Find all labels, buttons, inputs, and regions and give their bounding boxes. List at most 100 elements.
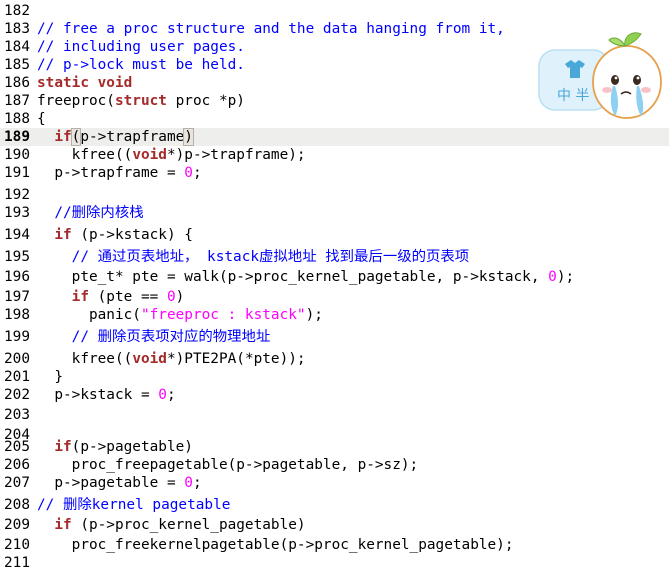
line-number: 206: [4, 457, 30, 473]
matched-paren-token: ): [183, 128, 194, 146]
line-number: 185: [4, 57, 30, 73]
line-number: 199: [4, 329, 30, 345]
code-line[interactable]: 192: [0, 186, 669, 204]
code-text: panic("freeproc : kstack");: [37, 306, 323, 324]
line-number: 195: [4, 249, 30, 265]
line-number: 197: [4, 289, 30, 305]
code-text: pte_t* pte = walk(p->proc_kernel_pagetab…: [37, 268, 575, 286]
line-number: 201: [4, 369, 30, 385]
code-token: p->kstack =: [37, 387, 159, 403]
code-line[interactable]: 198 panic("freeproc : kstack");: [0, 306, 669, 324]
code-line[interactable]: 197 if (pte == 0): [0, 288, 669, 306]
code-editor[interactable]: 182 183 // free a proc structure and the d…: [0, 0, 669, 577]
code-text: p->kstack = 0;: [37, 386, 176, 404]
code-token: p->trapframe: [80, 129, 185, 145]
code-line[interactable]: 199 // 删除页表项对应的物理地址: [0, 328, 669, 346]
number-token: 0: [184, 165, 193, 181]
keyword-token: if: [54, 227, 72, 243]
code-line[interactable]: 205 if(p->pagetable): [0, 438, 669, 456]
comment-token: // free a proc structure and the data ha…: [37, 21, 505, 37]
code-token: (p->kstack) {: [71, 227, 193, 243]
code-token: );: [305, 307, 323, 323]
line-number: 192: [4, 187, 30, 203]
code-line[interactable]: 186 static void: [0, 74, 669, 92]
code-text: if (p->kstack) {: [37, 226, 193, 244]
code-text: // 删除kernel pagetable: [37, 496, 230, 514]
keyword-token: void: [132, 351, 167, 367]
code-line[interactable]: 210 proc_freekernelpagetable(p->proc_ker…: [0, 536, 669, 554]
code-token: ;: [166, 387, 176, 403]
code-token: ): [175, 289, 185, 305]
code-token: proc_freekernelpagetable(p->proc_kernel_…: [37, 537, 514, 553]
code-line[interactable]: 196 pte_t* pte = walk(p->proc_kernel_pag…: [0, 268, 669, 286]
code-line[interactable]: 193 //删除内核栈: [0, 204, 669, 222]
code-line[interactable]: 203: [0, 406, 669, 424]
code-token: kfree((: [37, 351, 133, 367]
code-token: proc_freepagetable(p->pagetable, p->sz);: [37, 457, 419, 473]
code-text: {: [37, 110, 46, 128]
keyword-token: struct: [114, 93, 167, 109]
code-text: }: [37, 368, 63, 386]
code-line[interactable]: 188 {: [0, 110, 669, 128]
code-text: kfree((void*)p->trapframe);: [37, 146, 306, 164]
code-line[interactable]: 194 if (p->kstack) {: [0, 226, 669, 244]
code-line[interactable]: 182: [0, 2, 669, 20]
code-line[interactable]: 191 p->trapframe = 0;: [0, 164, 669, 182]
code-text: // p->lock must be held.: [37, 56, 245, 74]
code-token: }: [37, 369, 63, 385]
line-number: 205: [4, 439, 30, 455]
line-number: 208: [4, 497, 30, 513]
code-token: );: [556, 269, 575, 285]
line-number: 210: [4, 537, 30, 553]
code-line[interactable]: 208 // 删除kernel pagetable: [0, 496, 669, 514]
comment-token: //删除内核栈: [37, 205, 144, 221]
code-token: (pte ==: [88, 289, 167, 305]
number-token: 0: [166, 289, 176, 305]
code-line[interactable]: 190 kfree((void*)p->trapframe);: [0, 146, 669, 164]
line-number: 193: [4, 205, 30, 221]
code-text: //删除内核栈: [37, 204, 144, 222]
code-line[interactable]: 206 proc_freepagetable(p->pagetable, p->…: [0, 456, 669, 474]
code-text: proc_freekernelpagetable(p->proc_kernel_…: [37, 536, 514, 554]
code-token: *)PTE2PA(*pte));: [166, 351, 306, 367]
line-number: 202: [4, 387, 30, 403]
code-text: freeproc(struct proc *p): [37, 92, 245, 110]
code-text: // free a proc structure and the data ha…: [37, 20, 505, 38]
code-line[interactable]: 211: [0, 554, 669, 572]
code-line[interactable]: 183 // free a proc structure and the data…: [0, 20, 669, 38]
number-token: 0: [548, 269, 557, 285]
line-number: 196: [4, 269, 30, 285]
code-line[interactable]: 200 kfree((void*)PTE2PA(*pte));: [0, 350, 669, 368]
comment-token: // 通过页表地址， kstack虚拟地址 找到最后一级的页表项: [37, 249, 470, 265]
keyword-token: void: [132, 147, 167, 163]
code-line[interactable]: 202 p->kstack = 0;: [0, 386, 669, 404]
line-number: 194: [4, 227, 30, 243]
code-line[interactable]: 185 // p->lock must be held.: [0, 56, 669, 74]
code-line[interactable]: 207 p->pagetable = 0;: [0, 474, 669, 492]
line-number: 200: [4, 351, 30, 367]
code-text: // 通过页表地址， kstack虚拟地址 找到最后一级的页表项: [37, 248, 470, 266]
code-token: proc *p): [166, 93, 245, 109]
code-line[interactable]: 209 if (p->proc_kernel_pagetable): [0, 516, 669, 534]
line-number: 190: [4, 147, 30, 163]
code-line[interactable]: 184 // including user pages.: [0, 38, 669, 56]
keyword-token: if: [54, 439, 72, 455]
code-text: if (pte == 0): [37, 288, 185, 306]
code-line[interactable]: 187 freeproc(struct proc *p): [0, 92, 669, 110]
code-token: kfree((: [37, 147, 133, 163]
code-line[interactable]: 189 if(p->trapframe): [0, 128, 669, 146]
keyword-token: if: [71, 289, 89, 305]
code-line[interactable]: 201 }: [0, 368, 669, 386]
code-token: {: [37, 111, 46, 127]
code-line[interactable]: 195 // 通过页表地址， kstack虚拟地址 找到最后一级的页表项: [0, 248, 669, 266]
code-token: (p->pagetable): [71, 439, 193, 455]
code-text: if(p->pagetable): [37, 438, 193, 456]
comment-token: // 删除kernel pagetable: [37, 497, 231, 513]
code-text: // 删除页表项对应的物理地址: [37, 328, 271, 346]
code-token: *)p->trapframe);: [166, 147, 306, 163]
keyword-token: static void: [37, 75, 133, 91]
